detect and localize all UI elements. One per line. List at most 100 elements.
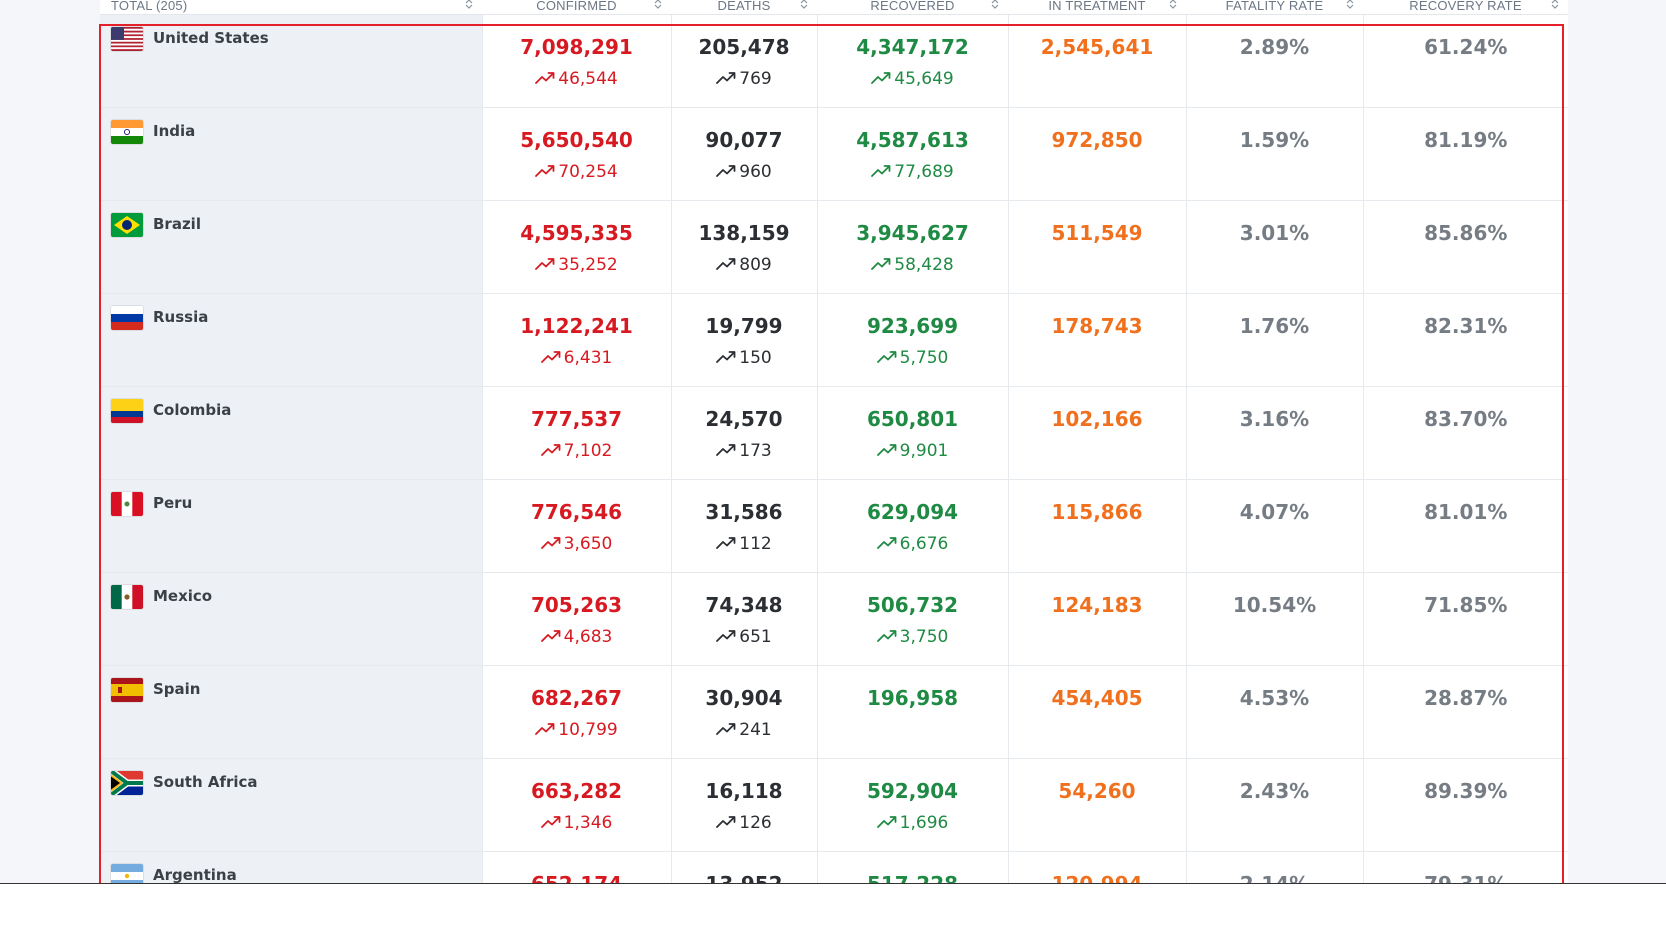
confirmed-delta-value: 1,346 [563, 813, 613, 833]
deaths-value: 16,118 [705, 779, 783, 803]
recovered-delta-value: 9,901 [899, 441, 949, 461]
fatality-rate-value: 2.43% [1239, 779, 1310, 803]
country-cell[interactable]: India [100, 107, 482, 201]
in-treatment-cell: 54,260 [1007, 758, 1186, 852]
confirmed-delta-value: 7,102 [563, 441, 613, 461]
country-cell[interactable]: South Africa [100, 758, 482, 852]
recovered-delta: 5,750 [818, 348, 1008, 368]
deaths-delta: 173 [672, 441, 817, 461]
deaths-delta-value: 651 [739, 627, 772, 647]
country-cell[interactable]: Mexico [100, 572, 482, 666]
country-name[interactable]: Peru [153, 494, 192, 512]
deaths-delta-value: 173 [739, 441, 772, 461]
country-cell[interactable]: Peru [100, 479, 482, 573]
trend-up-icon [716, 255, 739, 275]
confirmed-cell: 663,282 1,346 [481, 758, 671, 852]
confirmed-value: 4,595,335 [520, 221, 633, 245]
trend-up-icon [540, 348, 564, 368]
covid-stats-table: TOTAL (205) CONFIRMED DEATHS RECOVERED I… [100, 0, 1568, 894]
recovered-cell: 629,094 6,676 [816, 479, 1008, 573]
recovered-value: 506,732 [866, 593, 959, 617]
header-confirmed[interactable]: CONFIRMED [482, 0, 671, 15]
confirmed-value: 777,537 [530, 407, 623, 431]
country-cell[interactable]: Spain [100, 665, 482, 759]
deaths-cell: 30,904 241 [670, 665, 817, 759]
header-deaths[interactable]: DEATHS [671, 0, 817, 15]
confirmed-value: 682,267 [530, 686, 623, 710]
header-recovered[interactable]: RECOVERED [817, 0, 1008, 15]
trend-up-icon [716, 534, 739, 554]
recovered-value: 4,347,172 [856, 35, 969, 59]
deaths-delta: 769 [672, 69, 817, 89]
header-in-treatment[interactable]: IN TREATMENT [1008, 0, 1186, 15]
confirmed-delta-value: 6,431 [563, 348, 613, 368]
sort-icon[interactable] [654, 0, 662, 10]
country-cell[interactable]: United States [100, 14, 482, 108]
in-treatment-cell: 178,743 [1007, 293, 1186, 387]
fatality-rate-cell: 3.01% [1185, 200, 1363, 294]
table-row[interactable]: Russia 1,122,241 6,431 19,799 150 923,69… [100, 293, 1568, 387]
sort-icon[interactable] [1346, 0, 1354, 10]
table-row[interactable]: Colombia 777,537 7,102 24,570 173 650,80… [100, 386, 1568, 480]
country-cell[interactable]: Colombia [100, 386, 482, 480]
deaths-cell: 19,799 150 [670, 293, 817, 387]
country-name[interactable]: Russia [153, 308, 208, 326]
header-country[interactable]: TOTAL (205) [100, 0, 482, 15]
table-row[interactable]: United States 7,098,291 46,544 205,478 7… [100, 14, 1568, 108]
sort-icon[interactable] [1169, 0, 1177, 10]
country-cell[interactable]: Russia [100, 293, 482, 387]
country-name[interactable]: Argentina [153, 866, 237, 884]
india-flag-icon [111, 120, 143, 144]
table-row[interactable]: India 5,650,540 70,254 90,077 960 4,587,… [100, 107, 1568, 201]
deaths-cell: 74,348 651 [670, 572, 817, 666]
sort-icon[interactable] [1551, 0, 1559, 10]
header-fatality-rate[interactable]: FATALITY RATE [1186, 0, 1363, 15]
in-treatment-value: 454,405 [1051, 686, 1143, 710]
trend-up-icon [716, 627, 739, 647]
country-name[interactable]: United States [153, 29, 269, 47]
table-row[interactable]: Peru 776,546 3,650 31,586 112 629,094 6,… [100, 479, 1568, 573]
trend-up-icon [716, 813, 739, 833]
table-row[interactable]: Spain 682,267 10,799 30,904 241 196,958 … [100, 665, 1568, 759]
confirmed-value: 776,546 [530, 500, 623, 524]
in-treatment-cell: 972,850 [1007, 107, 1186, 201]
country-cell[interactable]: Brazil [100, 200, 482, 294]
deaths-cell: 205,478 769 [670, 14, 817, 108]
recovered-delta-value: 6,676 [899, 534, 949, 554]
confirmed-delta-value: 10,799 [558, 720, 618, 740]
recovery-rate-cell: 71.85% [1362, 572, 1568, 666]
header-row: TOTAL (205) CONFIRMED DEATHS RECOVERED I… [100, 0, 1568, 15]
country-name[interactable]: Colombia [153, 401, 231, 419]
sort-icon[interactable] [465, 0, 473, 10]
recovered-delta: 9,901 [818, 441, 1008, 461]
deaths-delta-value: 960 [739, 162, 772, 182]
sort-icon[interactable] [800, 0, 808, 10]
sort-icon[interactable] [991, 0, 999, 10]
confirmed-delta: 3,650 [483, 534, 671, 554]
russia-flag-icon [111, 306, 143, 330]
deaths-value: 30,904 [705, 686, 783, 710]
country-name[interactable]: South Africa [153, 773, 258, 791]
fatality-rate-value: 2.89% [1239, 35, 1310, 59]
country-name[interactable]: India [153, 122, 195, 140]
table-body: United States 7,098,291 46,544 205,478 7… [100, 14, 1568, 894]
us-flag-icon [111, 27, 143, 51]
country-name[interactable]: Mexico [153, 587, 212, 605]
mexico-flag-icon [111, 585, 143, 609]
confirmed-delta: 10,799 [483, 720, 671, 740]
stats-table: TOTAL (205) CONFIRMED DEATHS RECOVERED I… [100, 0, 1568, 894]
recovered-delta-value: 5,750 [899, 348, 949, 368]
in-treatment-value: 178,743 [1051, 314, 1143, 338]
country-name[interactable]: Brazil [153, 215, 201, 233]
trend-up-icon [876, 348, 900, 368]
table-row[interactable]: Brazil 4,595,335 35,252 138,159 809 3,94… [100, 200, 1568, 294]
header-recovery-rate[interactable]: RECOVERY RATE [1363, 0, 1568, 15]
in-treatment-cell: 102,166 [1007, 386, 1186, 480]
table-row[interactable]: South Africa 663,282 1,346 16,118 126 59… [100, 758, 1568, 852]
fatality-rate-cell: 3.16% [1185, 386, 1363, 480]
in-treatment-cell: 454,405 [1007, 665, 1186, 759]
trend-up-icon [876, 627, 900, 647]
table-row[interactable]: Mexico 705,263 4,683 74,348 651 506,732 … [100, 572, 1568, 666]
recovery-rate-value: 89.39% [1424, 779, 1508, 803]
country-name[interactable]: Spain [153, 680, 200, 698]
